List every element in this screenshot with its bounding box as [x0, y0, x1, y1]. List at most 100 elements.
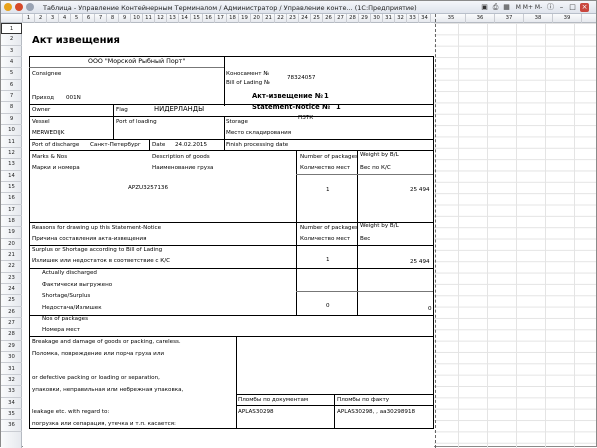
- save-icon[interactable]: ▣: [480, 3, 489, 12]
- row-header-cell[interactable]: 10: [1, 125, 22, 137]
- row-header-cell[interactable]: 4: [1, 57, 22, 69]
- row-header-cell[interactable]: 19: [1, 227, 22, 239]
- column-header-cell[interactable]: 37: [495, 14, 524, 23]
- row-header-cell[interactable]: 15: [1, 182, 22, 194]
- column-header-cell[interactable]: 3: [47, 14, 59, 23]
- row-header-cell[interactable]: 27: [1, 318, 22, 330]
- row-header-cell[interactable]: 29: [1, 341, 22, 353]
- column-header-cell[interactable]: 25: [311, 14, 323, 23]
- column-header-cell[interactable]: 24: [299, 14, 311, 23]
- column-header-cell[interactable]: 39: [553, 14, 582, 23]
- maximize-icon[interactable]: □: [568, 3, 577, 12]
- row-header-cell[interactable]: 13: [1, 159, 22, 171]
- column-header-cell[interactable]: 35: [437, 14, 466, 23]
- column-header-cell[interactable]: 12: [155, 14, 167, 23]
- row-header-cell[interactable]: 3: [1, 46, 22, 58]
- row-header-cell[interactable]: 18: [1, 216, 22, 228]
- column-header-cell[interactable]: 23: [287, 14, 299, 23]
- column-header-cell[interactable]: 16: [203, 14, 215, 23]
- column-header-cell[interactable]: 30: [371, 14, 383, 23]
- column-header-cell[interactable]: 33: [407, 14, 419, 23]
- row-header-cell[interactable]: 1: [1, 23, 22, 35]
- row-header-cell[interactable]: 21: [1, 250, 22, 262]
- nos-packages-label-ru: Номера мест: [42, 327, 81, 333]
- column-header-cell[interactable]: 32: [395, 14, 407, 23]
- defective-label-ru: упаковки, неправильная или небрежная упа…: [32, 387, 184, 393]
- row-header-cell[interactable]: 12: [1, 148, 22, 160]
- row-header-cell[interactable]: 6: [1, 80, 22, 92]
- row-header-cell[interactable]: 9: [1, 114, 22, 126]
- column-header-cell[interactable]: 18: [227, 14, 239, 23]
- row-header-cell[interactable]: 34: [1, 398, 22, 409]
- column-header-cell[interactable]: 34: [419, 14, 431, 23]
- column-header-cell[interactable]: 8: [107, 14, 119, 23]
- row-header-cell[interactable]: 33: [1, 386, 22, 398]
- row-header-cell[interactable]: 31: [1, 364, 22, 375]
- row-header-cell[interactable]: 36: [1, 420, 22, 432]
- row-header-cell[interactable]: 7: [1, 91, 22, 103]
- column-header-cell[interactable]: 19: [239, 14, 251, 23]
- row-header-cell[interactable]: 20: [1, 239, 22, 250]
- flag-value: НИДЕРЛАНДЫ: [154, 105, 205, 113]
- print-icon[interactable]: ⎙: [491, 3, 500, 12]
- column-header-cell[interactable]: 2: [35, 14, 47, 23]
- row-header-cell[interactable]: 17: [1, 205, 22, 216]
- memory-buttons[interactable]: М М+ М-: [513, 3, 545, 12]
- column-header-cell[interactable]: 28: [347, 14, 359, 23]
- minimize-icon[interactable]: –: [557, 3, 566, 12]
- column-header-cell[interactable]: 29: [359, 14, 371, 23]
- column-header-cell[interactable]: 13: [167, 14, 179, 23]
- row-header-cell[interactable]: 35: [1, 409, 22, 421]
- column-header-cell[interactable]: 9: [119, 14, 131, 23]
- close-icon[interactable]: ×: [580, 3, 589, 12]
- column-header-cell[interactable]: 17: [215, 14, 227, 23]
- row-header-cell[interactable]: 28: [1, 329, 22, 341]
- column-header-cell[interactable]: 11: [143, 14, 155, 23]
- column-header-cell[interactable]: 38: [524, 14, 553, 23]
- forward-icon[interactable]: [26, 3, 34, 11]
- column-header-cell[interactable]: 20: [251, 14, 263, 23]
- column-header-cell[interactable]: 27: [335, 14, 347, 23]
- column-header-cell[interactable]: 15: [191, 14, 203, 23]
- column-header-cell[interactable]: 22: [275, 14, 287, 23]
- column-header-cell[interactable]: 36: [466, 14, 495, 23]
- row-header-cell[interactable]: 14: [1, 171, 22, 182]
- row-header-cell[interactable]: 2: [1, 34, 22, 46]
- row-header-cell[interactable]: 16: [1, 193, 22, 205]
- back-icon[interactable]: [15, 3, 23, 11]
- row-header-cell[interactable]: 8: [1, 102, 22, 114]
- row-header-cell[interactable]: 22: [1, 261, 22, 273]
- date-label: Date: [152, 142, 166, 148]
- reasons-label-en: Reasons for drawing up this Statement-No…: [32, 225, 162, 231]
- row-header-cell[interactable]: 23: [1, 273, 22, 285]
- surplus-label-ru: Излишек или недостаток в соответствие с …: [32, 258, 171, 264]
- select-all-corner[interactable]: [1, 14, 23, 23]
- column-header-cell[interactable]: 31: [383, 14, 395, 23]
- border-line: [113, 104, 114, 139]
- row-header-cell[interactable]: 24: [1, 284, 22, 296]
- row-header-cell[interactable]: 30: [1, 352, 22, 364]
- column-header-cell[interactable]: 26: [323, 14, 335, 23]
- column-header-cell[interactable]: 6: [83, 14, 95, 23]
- column-header-cell[interactable]: 1: [23, 14, 35, 23]
- row-header-cell[interactable]: 26: [1, 307, 22, 319]
- column-header-cell[interactable]: 10: [131, 14, 143, 23]
- row-header-cell[interactable]: 25: [1, 295, 22, 307]
- port-discharge-value: Санкт-Петербург: [90, 142, 141, 148]
- row-header-cell[interactable]: 5: [1, 68, 22, 80]
- vessel-label: Vessel: [32, 119, 50, 125]
- weight-value-3: 0: [428, 306, 432, 312]
- column-header-cell[interactable]: 14: [179, 14, 191, 23]
- weight-label-ru: Вес по К/С: [360, 165, 391, 171]
- column-header-cell[interactable]: 4: [59, 14, 71, 23]
- column-header-cell[interactable]: 7: [95, 14, 107, 23]
- doc-title: Акт извещения: [32, 35, 120, 46]
- calendar-icon[interactable]: ▦: [502, 3, 511, 12]
- info-icon[interactable]: ⓘ: [546, 3, 555, 12]
- app-icon[interactable]: [4, 3, 12, 11]
- column-header-cell[interactable]: 5: [71, 14, 83, 23]
- column-header-cell[interactable]: 21: [263, 14, 275, 23]
- packages-label-en-2: Number of packages: [300, 225, 358, 231]
- row-header-cell[interactable]: 32: [1, 375, 22, 387]
- row-header-cell[interactable]: 11: [1, 137, 22, 148]
